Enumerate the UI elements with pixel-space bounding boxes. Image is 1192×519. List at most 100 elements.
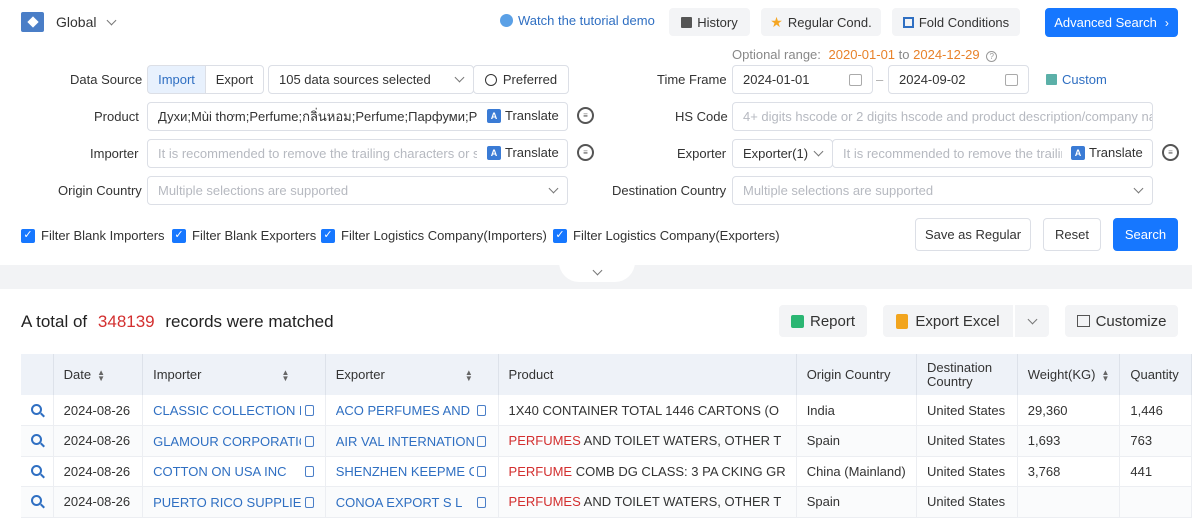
header-product: Product xyxy=(498,354,797,395)
origin-country-select[interactable]: Multiple selections are supported xyxy=(147,176,568,205)
origin-country-cell: Spain xyxy=(796,425,918,457)
exporter-cell[interactable]: AIR VAL INTERNATIONA xyxy=(325,425,499,457)
importer-link[interactable]: COTTON ON USA INC xyxy=(153,464,301,479)
search-button[interactable]: Search xyxy=(1113,218,1178,251)
calendar-icon xyxy=(849,73,862,86)
exporter-type-select[interactable]: Exporter(1) xyxy=(732,139,833,168)
data-sources-select[interactable]: 105 data sources selected xyxy=(268,65,474,94)
history-icon xyxy=(681,16,693,28)
copy-icon[interactable] xyxy=(477,466,487,478)
customize-button[interactable]: Customize xyxy=(1065,305,1178,337)
row-view-cell[interactable] xyxy=(21,486,54,518)
magnifier-icon[interactable] xyxy=(31,464,43,476)
exporter-cell[interactable]: ACO PERFUMES AND C xyxy=(325,395,499,426)
weight-cell xyxy=(1017,486,1121,518)
row-view-cell[interactable] xyxy=(21,395,54,426)
tab-export[interactable]: Export xyxy=(205,65,264,94)
filter-logistics-exporters-checkbox[interactable]: ✓ Filter Logistics Company(Exporters) xyxy=(553,228,780,243)
history-button[interactable]: History xyxy=(669,8,750,36)
copy-icon[interactable] xyxy=(477,405,487,417)
product-highlight: PERFUME xyxy=(508,463,573,479)
calendar-icon xyxy=(1005,73,1018,86)
region-selector[interactable]: Global xyxy=(21,11,117,33)
checkbox-checked-icon: ✓ xyxy=(321,228,335,243)
tab-import[interactable]: Import xyxy=(147,65,206,94)
exporter-settings-icon[interactable]: ≡ xyxy=(1162,144,1179,161)
magnifier-icon[interactable] xyxy=(31,495,43,507)
exporter-cell[interactable]: CONOA EXPORT S L xyxy=(325,486,499,518)
optional-range: Optional range: 2020-01-01 to 2024-12-29… xyxy=(732,47,998,62)
magnifier-icon[interactable] xyxy=(31,403,43,415)
filter-blank-exporters-checkbox[interactable]: ✓ Filter Blank Exporters xyxy=(172,228,316,243)
regular-conditions-button[interactable]: ★ Regular Cond. xyxy=(761,8,881,36)
importer-cell[interactable]: COTTON ON USA INC xyxy=(142,456,326,487)
date-cell: 2024-08-26 xyxy=(53,395,144,426)
checkbox-checked-icon: ✓ xyxy=(553,228,567,243)
importer-cell[interactable]: GLAMOUR CORPORATION xyxy=(142,425,326,457)
exporter-link[interactable]: ACO PERFUMES AND C xyxy=(336,403,474,418)
importer-settings-icon[interactable]: ≡ xyxy=(577,144,594,161)
export-excel-button[interactable]: Export Excel xyxy=(883,305,1013,337)
export-options-dropdown[interactable] xyxy=(1015,305,1049,337)
report-button[interactable]: Report xyxy=(779,305,867,337)
check-circle-icon xyxy=(484,73,497,86)
table-row[interactable]: 2024-08-26 GLAMOUR CORPORATION AIR VAL IN… xyxy=(21,425,1192,457)
help-icon[interactable]: ? xyxy=(986,51,998,62)
copy-icon[interactable] xyxy=(477,435,487,447)
date-from-input[interactable]: 2024-01-01 xyxy=(732,65,873,94)
product-translate-button[interactable]: A Translate xyxy=(487,108,559,123)
collapse-toggle[interactable] xyxy=(559,262,635,282)
importer-cell[interactable]: PUERTO RICO SUPPLIES xyxy=(142,486,326,518)
table-row[interactable]: 2024-08-26 COTTON ON USA INC SHENZHEN KEE… xyxy=(21,456,1192,487)
filter-blank-importers-checkbox[interactable]: ✓ Filter Blank Importers xyxy=(21,228,165,243)
results-summary: A total of 348139 records were matched xyxy=(21,312,334,331)
importer-link[interactable]: GLAMOUR CORPORATION xyxy=(153,434,301,449)
custom-range-button[interactable]: Custom xyxy=(1046,72,1107,87)
exporter-translate-button[interactable]: A Translate xyxy=(1071,145,1143,160)
exporter-link[interactable]: SHENZHEN KEEPME CO xyxy=(336,464,474,479)
date-to-input[interactable]: 2024-09-02 xyxy=(888,65,1029,94)
row-view-cell[interactable] xyxy=(21,456,54,487)
header-date[interactable]: Date ▲ ▼ xyxy=(53,354,144,395)
excel-icon xyxy=(896,313,909,329)
table-row[interactable]: 2024-08-26 CLASSIC COLLECTION FR ACO PERF… xyxy=(21,395,1192,426)
advanced-search-button[interactable]: Advanced Search › xyxy=(1045,8,1178,37)
tutorial-link[interactable]: Watch the tutorial demo xyxy=(500,13,655,28)
quantity-cell: 763 xyxy=(1119,425,1192,457)
fold-conditions-button[interactable]: Fold Conditions xyxy=(892,8,1020,36)
filter-logistics-importers-checkbox[interactable]: ✓ Filter Logistics Company(Importers) xyxy=(321,228,547,243)
exporter-cell[interactable]: SHENZHEN KEEPME CO xyxy=(325,456,499,487)
time-frame-label: Time Frame xyxy=(657,72,727,87)
data-source-label: Data Source xyxy=(70,72,143,87)
importer-link[interactable]: CLASSIC COLLECTION FR xyxy=(153,403,301,418)
reset-button[interactable]: Reset xyxy=(1043,218,1101,251)
importer-cell[interactable]: CLASSIC COLLECTION FR xyxy=(142,395,326,426)
importer-link[interactable]: PUERTO RICO SUPPLIES xyxy=(153,495,301,510)
save-as-regular-button[interactable]: Save as Regular xyxy=(915,218,1031,251)
header-exporter[interactable]: Exporter ▲ ▼ xyxy=(325,354,499,395)
exporter-link[interactable]: CONOA EXPORT S L xyxy=(336,495,474,510)
product-settings-icon[interactable]: ≡ xyxy=(577,107,594,124)
product-highlight: PERFUMES xyxy=(508,494,581,510)
magnifier-icon[interactable] xyxy=(31,434,43,446)
copy-icon[interactable] xyxy=(304,496,314,508)
copy-icon[interactable] xyxy=(304,435,314,447)
destination-country-select[interactable]: Multiple selections are supported xyxy=(732,176,1153,205)
importer-translate-button[interactable]: A Translate xyxy=(487,145,559,160)
region-label: Global xyxy=(56,14,97,30)
date-cell: 2024-08-26 xyxy=(53,456,144,487)
header-weight[interactable]: Weight(KG) ▲ ▼ xyxy=(1017,354,1121,395)
globe-icon xyxy=(21,12,44,32)
exporter-link[interactable]: AIR VAL INTERNATIONA xyxy=(336,434,474,449)
row-view-cell[interactable] xyxy=(21,425,54,457)
product-cell: 1X40 CONTAINER TOTAL 1446 CARTONS (O xyxy=(498,395,797,426)
destination-country-cell: United States xyxy=(916,456,1018,487)
table-row[interactable]: 2024-08-26 PUERTO RICO SUPPLIES CONOA EXP… xyxy=(21,486,1192,518)
hs-code-input[interactable]: 4+ digits hscode or 2 digits hscode and … xyxy=(732,102,1153,131)
header-importer[interactable]: Importer ▲ ▼ xyxy=(142,354,326,395)
copy-icon[interactable] xyxy=(477,496,487,508)
preferred-button[interactable]: Preferred xyxy=(473,65,569,94)
destination-country-cell: United States xyxy=(916,395,1018,426)
copy-icon[interactable] xyxy=(304,405,314,417)
copy-icon[interactable] xyxy=(304,466,314,478)
